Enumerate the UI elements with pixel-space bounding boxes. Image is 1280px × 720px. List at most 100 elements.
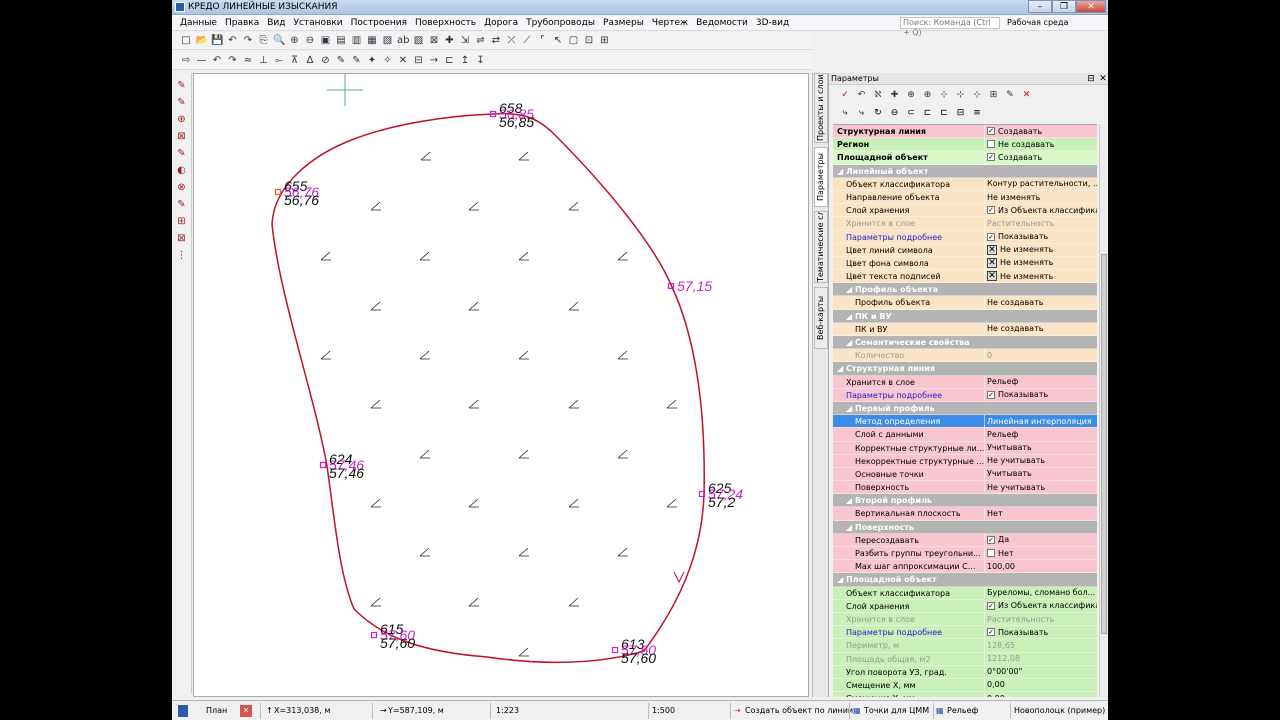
side-tab-3[interactable]: Веб-карты (814, 287, 828, 349)
grid-row[interactable]: Параметры подробнее ✓ Показывать (833, 388, 1097, 402)
grid-row[interactable]: Угол поворота УЗ, град. 0°00'00" (833, 665, 1097, 679)
toolbar1-tool-icon-14[interactable]: ab (397, 35, 409, 47)
grid-row[interactable]: Профиль объекта Не создавать (833, 296, 1097, 310)
panel-tool-icon-6[interactable]: ⊹ (938, 89, 950, 101)
scale-drawing[interactable]: 1:500 (652, 704, 675, 718)
toolbar2-tool-icon-1[interactable]: — (196, 55, 208, 67)
property-value[interactable]: ✓ Создавать (984, 151, 1097, 164)
grid-row[interactable]: Площадь общая, м2 1212,08 (833, 652, 1097, 666)
panel-tool2-icon-2[interactable]: ↻ (872, 107, 884, 119)
grid-section-header[interactable]: ◢ Поверхность (833, 520, 1097, 534)
toolbar1-tool-icon-21[interactable]: ⤫ (506, 35, 518, 47)
checkbox[interactable]: ✓ (987, 535, 995, 544)
grid-section-header[interactable]: ◢ Первый профиль (833, 401, 1097, 416)
toolbar1-tool-icon-4[interactable]: ↷ (242, 35, 254, 47)
menu-item-1[interactable]: Правка (221, 17, 263, 29)
property-value[interactable]: Не учитывать (984, 454, 1097, 467)
close-tab-icon[interactable]: ✕ (240, 705, 252, 717)
menu-item-6[interactable]: Дорога (480, 17, 522, 29)
toolbar2-tool-icon-12[interactable]: ✦ (366, 55, 378, 67)
grid-row[interactable]: Пересоздавать ✓ Да (833, 533, 1097, 547)
menu-item-5[interactable]: Поверхность (411, 17, 480, 29)
property-value[interactable]: Не изменять (984, 190, 1097, 204)
panel-tool-icon-1[interactable]: ↶ (856, 89, 868, 101)
checkbox[interactable]: ✓ (987, 232, 995, 241)
panel-tool2-icon-1[interactable]: ⤷ (856, 107, 868, 119)
grid-row[interactable]: Хранится в слое Рельеф (833, 375, 1097, 389)
grid-row[interactable]: Объект классификатора Буреломы, сломано б… (833, 586, 1097, 600)
maximize-button[interactable]: ❐ (1052, 0, 1076, 13)
toolbar1-tool-icon-8[interactable]: ⊖ (304, 35, 316, 47)
toolbar1-tool-icon-19[interactable]: ⇌ (475, 35, 487, 47)
toolbar2-tool-icon-5[interactable]: ⊥ (258, 55, 270, 67)
property-value[interactable]: ✓ Из Объекта классификат (984, 599, 1097, 612)
panel-tool2-icon-3[interactable]: ⊖ (889, 107, 901, 119)
grid-section-header[interactable]: ◢ Структурная линия (833, 362, 1097, 376)
command-search-input[interactable]: Поиск: Команда (Ctrl + Q) (900, 17, 1000, 37)
grid-row[interactable]: Слой хранения ✓ Из Объекта классификат (833, 204, 1097, 218)
toolbar2-tool-icon-4[interactable]: ≈ (242, 55, 254, 67)
grid-section-header[interactable]: ◢ Профиль объекта (833, 283, 1097, 297)
left-tool-icon-0[interactable]: ✎ (175, 79, 188, 92)
workspace-selector[interactable]: Рабочая среда (1007, 17, 1068, 29)
mode-dtm-points[interactable]: Точки для ЦММ (864, 704, 929, 718)
property-value[interactable]: Рельеф (984, 428, 1097, 441)
menu-item-0[interactable]: Данные (176, 17, 221, 29)
panel-tool-icon-2[interactable]: ℵ (872, 89, 884, 101)
property-value[interactable]: Растительность (984, 612, 1097, 626)
grid-row[interactable]: Площадной объект ✓ Создавать (833, 151, 1097, 165)
property-value[interactable]: Не создавать (984, 296, 1097, 309)
grid-row[interactable]: Некорректные структурные ... Не учитывать (833, 454, 1097, 468)
property-value[interactable]: ✓ Да (984, 533, 1097, 546)
panel-tool2-icon-5[interactable]: ⊏ (922, 107, 934, 119)
property-value[interactable]: ✕ Не изменять (984, 243, 1097, 256)
property-value[interactable]: ✕ Не изменять (984, 270, 1097, 283)
grid-row[interactable]: Хранится в слое Растительность (833, 217, 1097, 231)
close-button[interactable]: ✕ (1076, 0, 1106, 13)
property-value[interactable]: 0 (984, 349, 1097, 362)
pin-icon[interactable]: ⊟ (1085, 73, 1097, 85)
menu-item-8[interactable]: Размеры (599, 17, 648, 29)
toolbar1-tool-icon-7[interactable]: ⊕ (289, 35, 301, 47)
menu-item-4[interactable]: Построения (347, 17, 411, 29)
panel-tool-icon-3[interactable]: ✚ (889, 89, 901, 101)
property-value[interactable]: 0°00'00" (984, 665, 1097, 678)
left-tool-icon-10[interactable]: ⋮ (175, 249, 188, 262)
grid-row[interactable]: ПК и ВУ Не создавать (833, 322, 1097, 336)
toolbar1-tool-icon-18[interactable]: ⇲ (459, 35, 471, 47)
property-value[interactable]: 100,00 (984, 560, 1097, 573)
left-tool-icon-8[interactable]: ⊞ (175, 215, 188, 228)
toolbar2-tool-icon-13[interactable]: ✧ (382, 55, 394, 67)
panel-tool-icon-9[interactable]: ⊞ (988, 89, 1000, 101)
grid-row[interactable]: Направление объекта Не изменять (833, 190, 1097, 205)
mode-create-object[interactable]: Создать объект по линии (745, 704, 853, 718)
toolbar1-tool-icon-9[interactable]: ▣ (320, 35, 332, 47)
left-tool-icon-5[interactable]: ◐ (175, 164, 188, 177)
toolbar2-tool-icon-3[interactable]: ↷ (227, 55, 239, 67)
toolbar2-tool-icon-2[interactable]: ↶ (211, 55, 223, 67)
menu-item-2[interactable]: Вид (263, 17, 289, 29)
toolbar1-tool-icon-0[interactable]: □ (180, 35, 192, 47)
checkbox[interactable] (987, 549, 995, 558)
property-value[interactable]: Контур растительности, ... (984, 177, 1097, 190)
grid-section-header[interactable]: ◢ Линейный объект (833, 164, 1097, 178)
toolbar1-tool-icon-10[interactable]: ▤ (335, 35, 347, 47)
toolbar1-tool-icon-13[interactable]: ▧ (382, 35, 394, 47)
checkbox[interactable]: ✓ (987, 601, 995, 610)
property-value[interactable]: ✓ Показывать (984, 230, 1097, 243)
color-swatch-icon[interactable]: ✕ (987, 244, 997, 255)
menu-item-7[interactable]: Трубопроводы (522, 17, 599, 29)
grid-row[interactable]: Цвет текста подписей ✕ Не изменять (833, 270, 1097, 284)
grid-row[interactable]: Слой хранения ✓ Из Объекта классификат (833, 599, 1097, 613)
panel-tool2-icon-8[interactable]: ≡ (971, 107, 983, 119)
left-tool-icon-9[interactable]: ⊠ (175, 232, 188, 245)
toolbar1-tool-icon-11[interactable]: ▥ (351, 35, 363, 47)
grid-row[interactable]: Основные точки Учитывать (833, 467, 1097, 482)
panel-close-icon[interactable]: ✕ (1097, 73, 1108, 85)
panel-tool-icon-11[interactable]: ✕ (1021, 89, 1033, 101)
toolbar2-tool-icon-6[interactable]: ⟜ (273, 55, 285, 67)
checkbox[interactable]: ✓ (987, 628, 995, 637)
grid-section-header[interactable]: ◢ Семантические свойства (833, 336, 1097, 350)
left-tool-icon-2[interactable]: ⊕ (175, 113, 188, 126)
toolbar1-tool-icon-6[interactable]: 🔍 (273, 35, 285, 47)
